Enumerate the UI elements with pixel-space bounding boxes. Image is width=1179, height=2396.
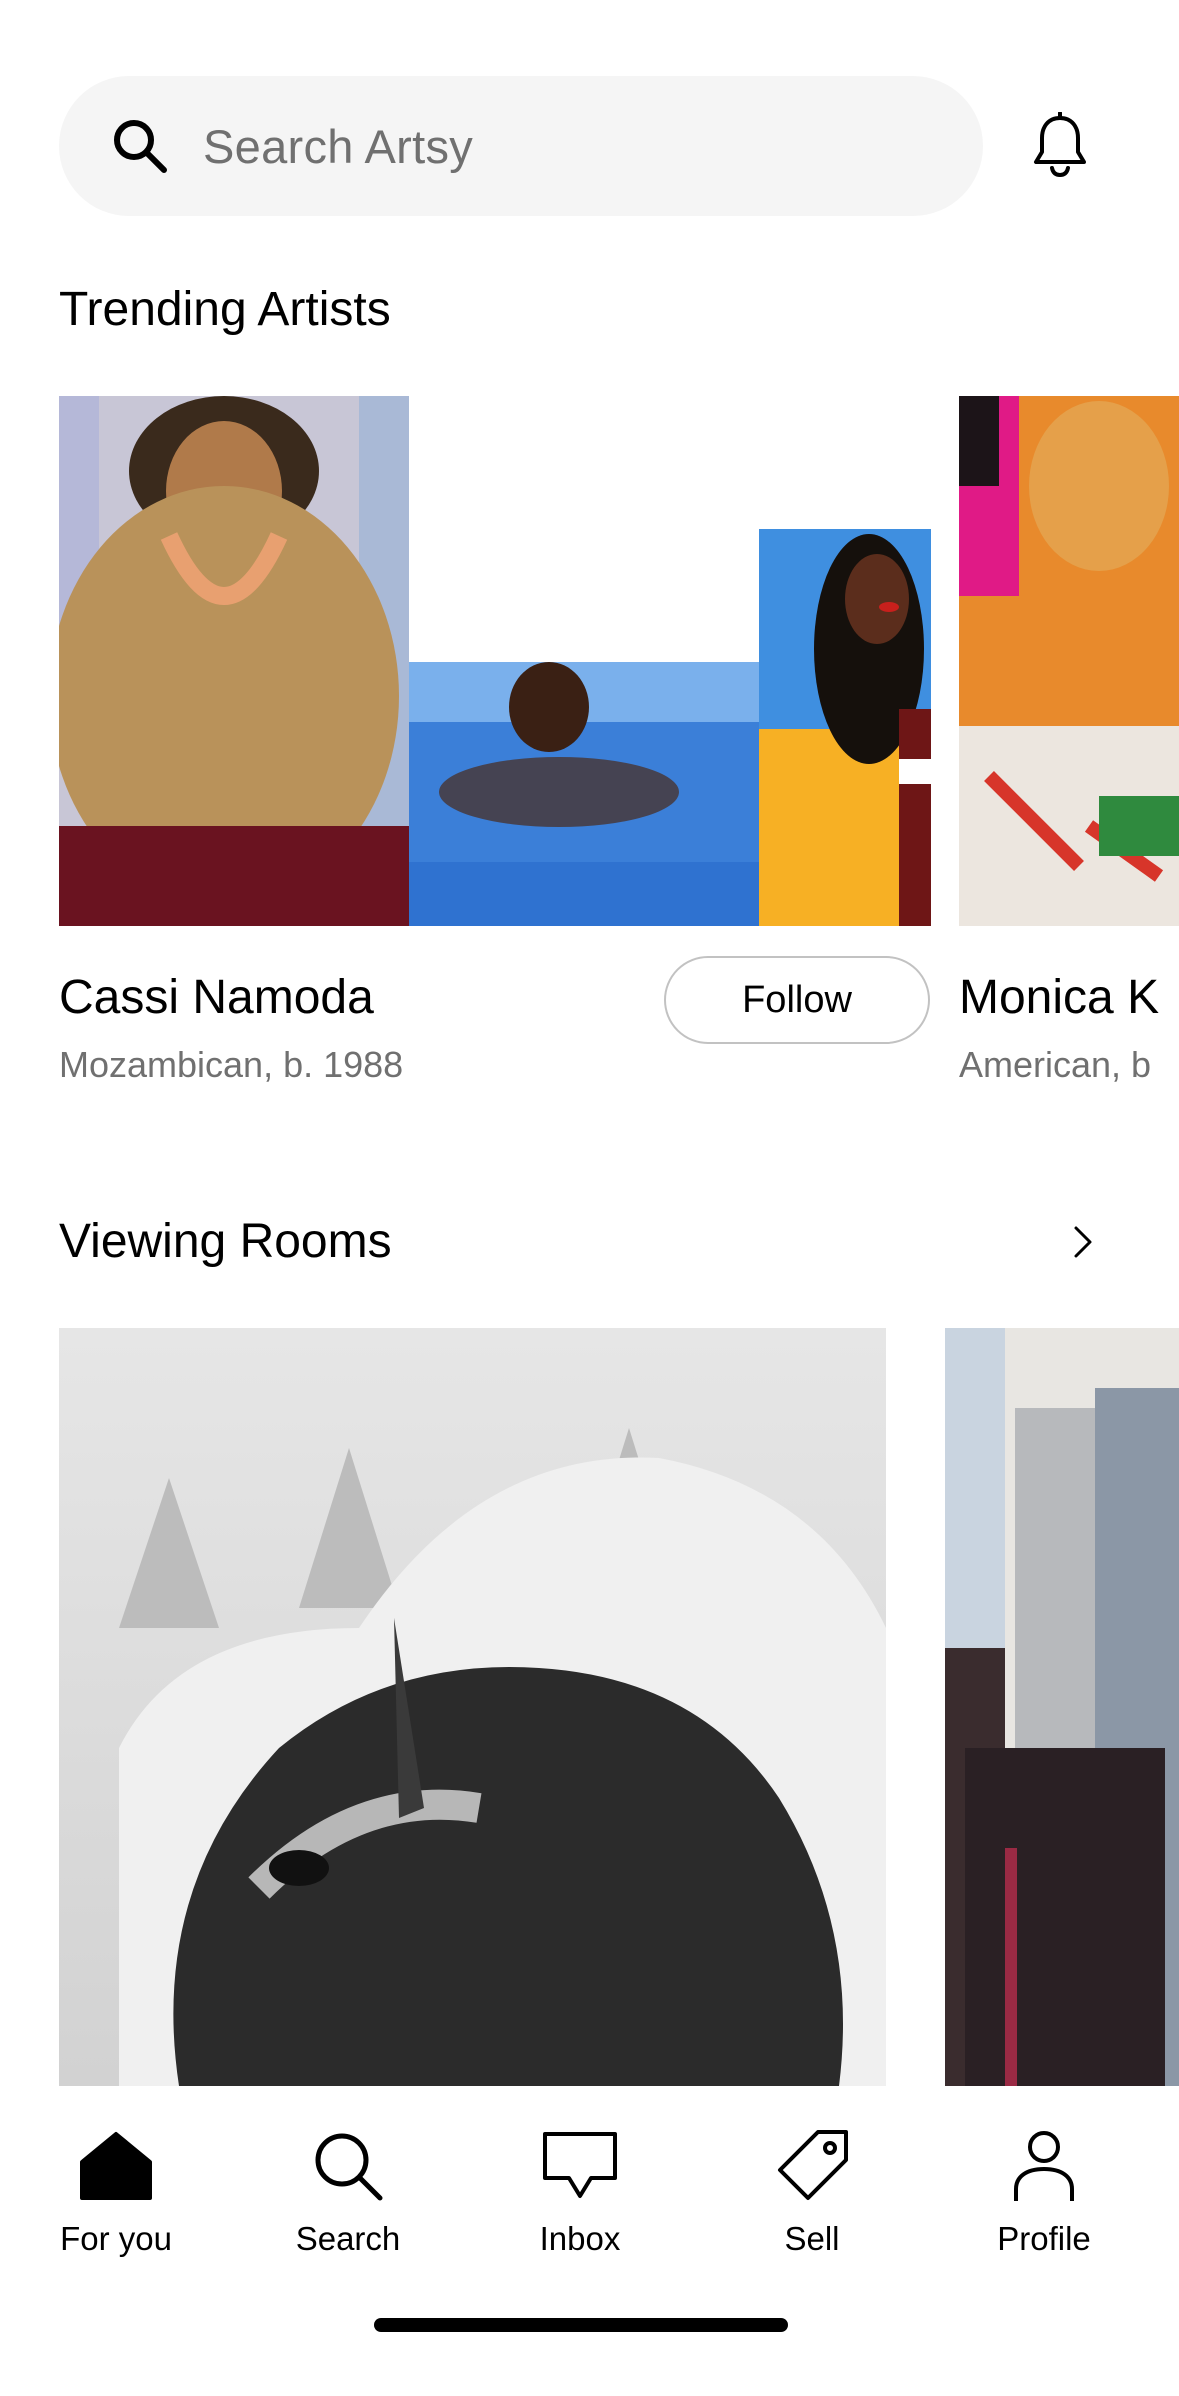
artist-name[interactable]: Cassi Namoda [59,970,374,1025]
artist-nationality: Mozambican, b. 1988 [59,1044,404,1085]
chevron-right-icon[interactable] [1068,1222,1098,1262]
home-indicator[interactable] [374,2318,788,2332]
tab-inbox[interactable]: Inbox [480,2126,680,2266]
tab-label: Sell [784,2220,840,2257]
search-icon [111,116,171,176]
artwork-image[interactable] [409,662,759,926]
home-icon [76,2126,156,2206]
search-bar[interactable]: Search Artsy [59,76,983,216]
viewing-room-image[interactable] [59,1328,886,2086]
artist-name[interactable]: Monica K [959,970,1159,1025]
artwork-image[interactable] [59,396,409,926]
inbox-icon [540,2126,620,2206]
trending-artists-title: Trending Artists [59,283,391,336]
bell-icon[interactable] [1032,111,1088,178]
tab-for-you[interactable]: For you [16,2126,216,2266]
search-placeholder: Search Artsy [203,119,474,173]
artwork-image[interactable] [759,529,931,926]
tab-search[interactable]: Search [248,2126,448,2266]
bottom-tab-bar: For you Search Inbox Sell Profile [0,2086,1179,2396]
tab-label: Search [295,2220,401,2257]
tab-sell[interactable]: Sell [712,2126,912,2266]
viewing-rooms-title: Viewing Rooms [59,1215,392,1268]
artwork-image[interactable] [959,396,1179,926]
tag-icon [772,2126,852,2206]
tab-label: For you [60,2220,172,2257]
tab-label: Inbox [539,2220,621,2257]
tab-label: Profile [997,2220,1091,2257]
tab-profile[interactable]: Profile [944,2126,1144,2266]
home-screen: Search Artsy Trending Artists Cassi Namo… [0,0,1179,2396]
search-icon [308,2126,388,2206]
artist-nationality: American, b [959,1044,1152,1085]
person-icon [1004,2126,1084,2206]
viewing-room-image[interactable] [945,1328,1179,2086]
follow-button[interactable]: Follow [664,956,930,1044]
